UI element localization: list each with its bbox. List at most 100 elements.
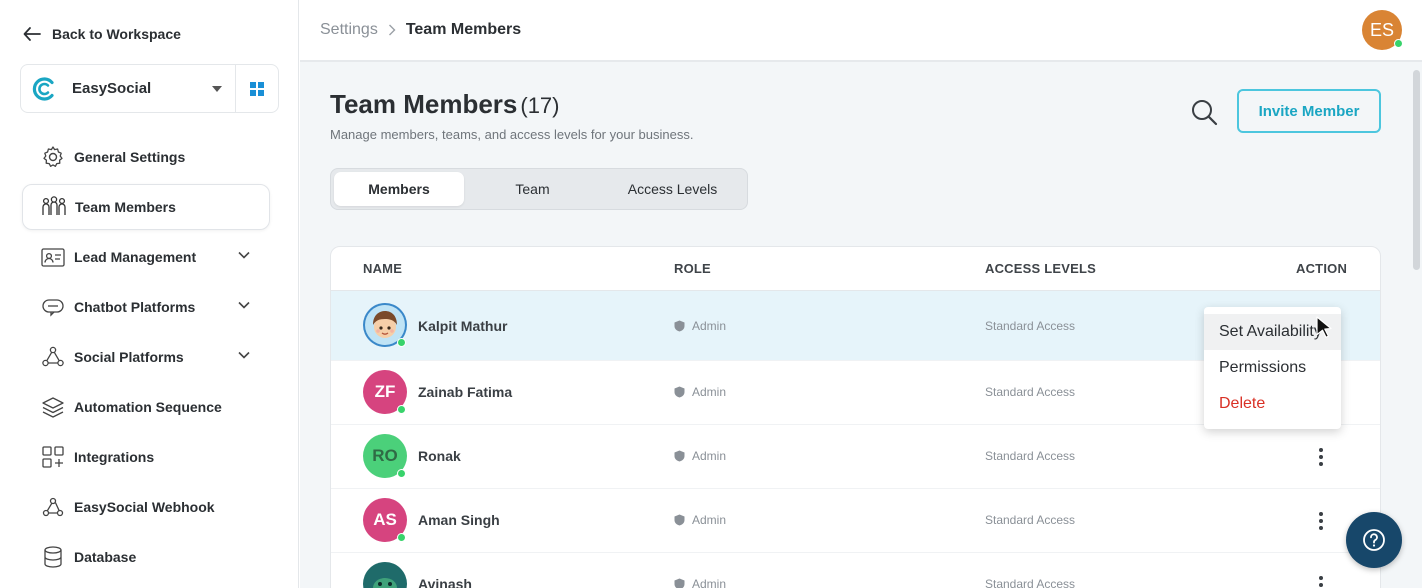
column-header-action: ACTION (1296, 261, 1348, 276)
members-tabs: Members Team Access Levels (330, 168, 748, 210)
member-access-level: Standard Access (985, 513, 1076, 527)
grid-icon (250, 81, 264, 96)
row-actions-button[interactable] (1313, 447, 1329, 467)
sidebar-item-lead-management[interactable]: Lead Management (22, 234, 270, 280)
shield-icon (674, 514, 685, 526)
member-name: Aman Singh (418, 512, 500, 528)
member-role: Admin (674, 319, 726, 333)
column-header-role: ROLE (674, 261, 711, 276)
online-status-dot (397, 338, 406, 347)
online-status-dot (1394, 39, 1403, 48)
table-row[interactable]: AS Aman Singh Admin Standard Access (331, 489, 1380, 553)
member-name: Ronak (418, 448, 461, 464)
top-bar: Settings Team Members ES (300, 0, 1422, 62)
sidebar-item-label: EasySocial Webhook (74, 499, 215, 515)
avatar-illustration-icon (365, 564, 405, 588)
member-avatar: RO (363, 434, 407, 478)
member-role-label: Admin (692, 577, 727, 588)
member-role-label: Admin (692, 319, 727, 333)
page-title: Team Members (17) (330, 89, 560, 120)
sidebar-item-general-settings[interactable]: General Settings (22, 134, 270, 180)
workspace-switcher: EasySocial (20, 64, 279, 113)
table-row[interactable]: Avinash Admin Standard Access (331, 553, 1380, 588)
arrow-left-icon (23, 27, 41, 41)
table-header: NAME ROLE ACCESS LEVELS ACTION (331, 247, 1380, 291)
back-to-workspace-link[interactable]: Back to Workspace (22, 24, 181, 44)
member-initials: RO (372, 446, 398, 465)
database-icon (40, 544, 66, 570)
member-access-level: Standard Access (985, 385, 1076, 399)
member-count: (17) (520, 93, 560, 118)
member-avatar: ZF (363, 370, 407, 414)
menu-item-delete[interactable]: Delete (1204, 386, 1341, 422)
chevron-down-icon (238, 351, 250, 359)
row-actions-button[interactable] (1313, 575, 1329, 588)
member-access-level: Standard Access (985, 577, 1076, 588)
tab-access-levels[interactable]: Access Levels (601, 172, 744, 206)
back-label: Back to Workspace (52, 26, 181, 42)
member-name: Kalpit Mathur (418, 318, 508, 334)
table-row[interactable]: RO Ronak Admin Standard Access (331, 425, 1380, 489)
member-access-level: Standard Access (985, 449, 1076, 463)
online-status-dot (397, 533, 406, 542)
member-role-label: Admin (692, 513, 727, 527)
member-name: Avinash (418, 576, 472, 588)
member-avatar (363, 303, 407, 347)
sidebar-item-integrations[interactable]: Integrations (22, 434, 270, 480)
page-scrollbar[interactable] (1411, 62, 1422, 588)
chatbot-icon (40, 294, 66, 320)
member-initials: ZF (374, 382, 396, 401)
user-initials: ES (1369, 19, 1394, 40)
scrollbar-thumb[interactable] (1413, 70, 1420, 270)
invite-member-button[interactable]: Invite Member (1237, 89, 1381, 133)
menu-item-permissions[interactable]: Permissions (1204, 350, 1341, 386)
breadcrumb: Settings Team Members (320, 21, 521, 39)
workspace-name: EasySocial (72, 80, 152, 97)
settings-nav: General Settings Team Members Lead Manag… (22, 134, 270, 584)
sidebar-item-label: Lead Management (74, 249, 197, 265)
sidebar-item-automation-sequence[interactable]: Automation Sequence (22, 384, 270, 430)
page-subtitle: Manage members, teams, and access levels… (330, 127, 694, 142)
breadcrumb-settings-link[interactable]: Settings (320, 21, 378, 39)
apps-grid-button[interactable] (235, 65, 278, 112)
sidebar-item-social-platforms[interactable]: Social Platforms (22, 334, 270, 380)
sidebar-item-label: General Settings (74, 149, 186, 165)
sidebar-item-chatbot-platforms[interactable]: Chatbot Platforms (22, 284, 270, 330)
member-avatar: AS (363, 498, 407, 542)
page-title-text: Team Members (330, 89, 518, 119)
shield-icon (674, 320, 685, 332)
chevron-down-icon (238, 251, 250, 259)
chevron-down-icon (238, 301, 250, 309)
user-avatar-button[interactable]: ES (1362, 10, 1403, 50)
sidebar-item-label: Social Platforms (74, 349, 184, 365)
sidebar-item-label: Team Members (75, 199, 176, 215)
member-role: Admin (674, 385, 726, 399)
help-icon (1363, 529, 1385, 551)
member-role-label: Admin (692, 449, 727, 463)
sidebar-item-easysocial-webhook[interactable]: EasySocial Webhook (22, 484, 270, 530)
social-network-icon (40, 344, 66, 370)
search-button[interactable] (1190, 98, 1218, 131)
row-actions-button[interactable] (1313, 511, 1329, 531)
sidebar-item-label: Integrations (74, 449, 155, 465)
shield-icon (674, 450, 685, 462)
sidebar-item-team-members[interactable]: Team Members (22, 184, 270, 230)
help-button[interactable] (1346, 512, 1402, 568)
chevron-right-icon (388, 24, 396, 36)
easysocial-logo-icon (32, 76, 54, 101)
search-icon (1192, 100, 1218, 126)
integrations-icon (40, 444, 66, 470)
workspace-select[interactable]: EasySocial (21, 65, 235, 112)
sidebar-item-database[interactable]: Database (22, 534, 270, 580)
webhook-icon (40, 494, 66, 520)
tab-members[interactable]: Members (334, 172, 464, 206)
gear-icon (40, 144, 66, 170)
column-header-access-levels: ACCESS LEVELS (985, 261, 1096, 276)
member-avatar (363, 562, 407, 588)
tab-team[interactable]: Team (464, 172, 601, 206)
team-icon (41, 194, 67, 220)
member-initials: AS (373, 510, 397, 529)
layers-icon (40, 394, 66, 420)
sidebar-item-label: Chatbot Platforms (74, 299, 196, 315)
online-status-dot (397, 405, 406, 414)
